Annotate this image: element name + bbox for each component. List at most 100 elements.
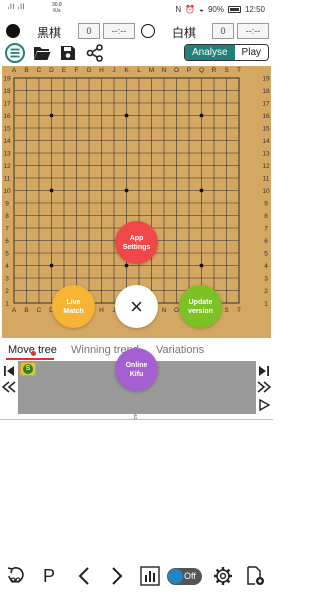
black-stone-icon <box>6 24 20 38</box>
star-point <box>124 263 129 268</box>
share-icon <box>86 44 103 62</box>
row-label: 12 <box>262 163 270 170</box>
row-label: 17 <box>262 100 270 107</box>
close-menu-button[interactable]: × <box>115 285 158 328</box>
row-label: 15 <box>3 125 11 132</box>
row-label: 18 <box>262 88 270 95</box>
stats-button[interactable] <box>138 564 162 588</box>
column-label: M <box>149 67 154 74</box>
menu-button[interactable] <box>4 42 26 64</box>
row-label: 5 <box>264 250 268 257</box>
clock: 12:50 <box>244 5 265 14</box>
row-label: 1 <box>5 300 9 307</box>
star-point <box>49 113 54 118</box>
column-label: E <box>62 67 67 74</box>
row-label: 15 <box>262 125 270 132</box>
row-label: 9 <box>5 200 9 207</box>
row-label: 6 <box>264 238 268 245</box>
tree-root-label: S <box>23 364 33 374</box>
column-label: D <box>49 67 54 74</box>
column-label: B <box>24 307 28 314</box>
column-label: R <box>212 67 217 74</box>
bottom-toolbar: P Off <box>0 562 273 592</box>
net-speed-unit: K/s <box>53 8 61 14</box>
status-bar: ᵢll ᵢll 30.8 K/s Ν ⏰ ◒ 90% 12:50 <box>0 0 273 20</box>
back-many-button[interactable] <box>1 380 17 394</box>
tab-variations[interactable]: Variations <box>156 344 204 356</box>
battery-percent: 90% <box>207 5 224 14</box>
row-label: 10 <box>262 188 270 195</box>
online-kifu-button[interactable]: Online Kifu <box>115 348 158 391</box>
column-label: L <box>137 67 141 74</box>
rewind-icon <box>2 381 16 393</box>
white-player-name: 白棋 <box>172 26 197 40</box>
forward-many-button[interactable] <box>256 380 272 394</box>
new-file-icon <box>247 566 264 585</box>
skip-start-icon <box>4 366 14 376</box>
top-toolbar: Analyse Play <box>0 41 273 65</box>
network-speed: 30.8 K/s <box>52 2 62 14</box>
row-label: 3 <box>5 275 9 282</box>
row-label: 5 <box>5 250 9 257</box>
open-button[interactable] <box>31 42 53 64</box>
last-move-button[interactable] <box>256 364 272 378</box>
row-label: 9 <box>264 200 268 207</box>
app-settings-button[interactable]: App Settings <box>115 221 158 264</box>
row-label: 14 <box>262 138 270 145</box>
live-match-button[interactable]: Live Match <box>52 285 95 328</box>
active-tab-indicator <box>6 358 54 360</box>
pass-button[interactable]: P <box>37 564 61 588</box>
resize-grip-icon[interactable]: ⇕ <box>132 413 139 422</box>
tree-root-node[interactable]: S <box>20 362 36 376</box>
star-point <box>199 263 204 268</box>
row-label: 12 <box>3 163 11 170</box>
row-label: 19 <box>262 75 270 82</box>
row-label: 1 <box>264 300 268 307</box>
app-screen: ᵢll ᵢll 30.8 K/s Ν ⏰ ◒ 90% 12:50 黒棋 0 --… <box>0 0 273 592</box>
row-label: 11 <box>4 175 11 182</box>
star-point <box>199 113 204 118</box>
column-label: O <box>174 67 179 74</box>
gear-icon <box>214 567 232 585</box>
analyse-mode-button[interactable]: Analyse <box>184 45 235 60</box>
white-captures: 0 <box>212 23 234 39</box>
signal-indicator: ᵢll ᵢll <box>8 4 26 11</box>
row-label: 16 <box>3 113 11 120</box>
row-label: 10 <box>3 188 11 195</box>
play-mode-button[interactable]: Play <box>234 45 268 60</box>
column-label: A <box>12 67 17 74</box>
panel-divider <box>0 419 273 420</box>
column-label: H <box>99 307 104 314</box>
save-button[interactable] <box>57 42 79 64</box>
star-point <box>199 188 204 193</box>
black-time: --:-- <box>103 23 135 39</box>
update-version-button[interactable]: Update version <box>179 285 222 328</box>
row-label: 4 <box>5 263 9 270</box>
battery-icon <box>227 6 241 13</box>
toggle-label: Off <box>184 571 196 581</box>
settings-button[interactable] <box>211 564 235 588</box>
toggle-knob <box>168 569 183 584</box>
alarm-icon: ⏰ <box>185 5 196 14</box>
undo-button[interactable] <box>4 564 28 588</box>
first-move-button[interactable] <box>1 364 17 378</box>
row-label: 7 <box>5 225 9 232</box>
row-label: 17 <box>3 100 11 107</box>
new-game-button[interactable] <box>243 564 267 588</box>
row-label: 8 <box>264 213 268 220</box>
column-label: F <box>75 67 79 74</box>
chevron-right-icon <box>112 567 123 585</box>
share-button[interactable] <box>84 42 106 64</box>
column-label: Q <box>199 67 204 74</box>
folder-icon <box>34 47 51 60</box>
next-move-button[interactable] <box>105 564 129 588</box>
skip-end-icon <box>259 366 269 376</box>
row-label: 4 <box>264 263 268 270</box>
column-label: A <box>12 307 17 314</box>
play-button[interactable] <box>256 398 272 412</box>
ai-toggle[interactable]: Off <box>167 568 202 585</box>
column-label: C <box>37 307 42 314</box>
column-label: H <box>99 67 104 74</box>
prev-move-button[interactable] <box>72 564 96 588</box>
row-label: 2 <box>5 288 9 295</box>
